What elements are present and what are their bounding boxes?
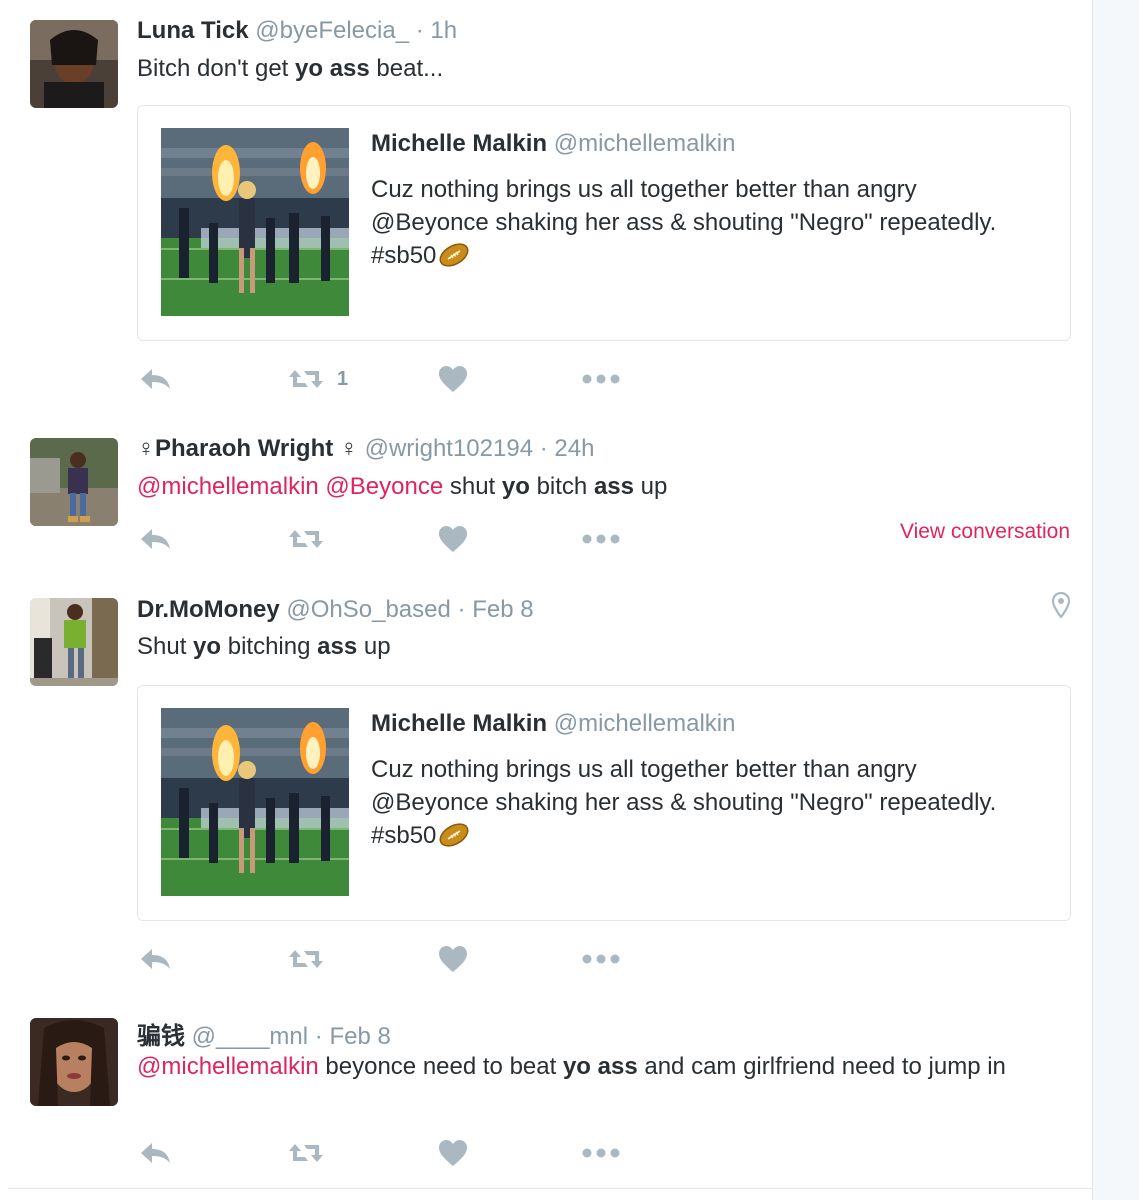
like-button[interactable]	[438, 524, 468, 554]
more-button[interactable]	[582, 364, 620, 394]
author-name[interactable]: Luna Tick	[137, 17, 249, 44]
tweet-timeline: Luna Tick @byeFelecia_ · 1h Bitch don't …	[0, 0, 1093, 1200]
tweet-header: Dr.MoMoney @OhSo_based · Feb 8	[137, 596, 534, 624]
like-button[interactable]	[438, 364, 468, 394]
retweet-button[interactable]	[287, 944, 325, 974]
more-dots-icon	[582, 954, 620, 964]
separator: ·	[314, 1023, 323, 1050]
tweet-actions: 1	[137, 364, 697, 394]
quoted-author-handle: @michellemalkin	[553, 710, 736, 737]
tweet-header: Luna Tick @byeFelecia_ · 1h	[137, 17, 457, 45]
tweet-time[interactable]: Feb 8	[472, 596, 533, 623]
author-name[interactable]: Dr.MoMoney	[137, 596, 280, 623]
author-handle[interactable]: @____mnl	[192, 1023, 308, 1050]
tweet-item[interactable]: Dr.MoMoney @OhSo_based · Feb 8 Shut yo b…	[8, 576, 1092, 997]
like-button[interactable]	[438, 1138, 468, 1168]
tweet-time[interactable]: 24h	[554, 435, 594, 462]
more-button[interactable]	[582, 524, 620, 554]
separator: ·	[539, 435, 548, 462]
location-pin-icon[interactable]	[1052, 592, 1070, 618]
heart-icon	[438, 1139, 468, 1167]
quoted-tweet[interactable]: Michelle Malkin @michellemalkin Cuz noth…	[137, 105, 1071, 341]
avatar[interactable]	[30, 438, 118, 526]
quoted-author-handle: @michellemalkin	[553, 130, 736, 157]
quoted-tweet[interactable]: Michelle Malkin @michellemalkin Cuz noth…	[137, 685, 1071, 921]
football-emoji	[438, 823, 470, 847]
retweet-count: 1	[337, 367, 349, 390]
more-dots-icon	[582, 534, 620, 544]
retweet-button[interactable]: 1	[287, 364, 348, 394]
tweet-text: @michellemalkin @Beyonce shut yo bitch a…	[137, 473, 668, 500]
retweet-icon	[287, 527, 325, 551]
tweet-actions	[137, 944, 697, 974]
tweet-header: ♀Pharaoh Wright ♀ @wright102194 · 24h	[137, 435, 594, 463]
retweet-button[interactable]	[287, 524, 325, 554]
reply-button[interactable]	[139, 364, 173, 394]
author-handle[interactable]: @OhSo_based	[286, 596, 450, 623]
reply-button[interactable]	[139, 524, 173, 554]
heart-icon	[438, 365, 468, 393]
author-handle[interactable]: @byeFelecia_	[255, 17, 409, 44]
view-conversation-link[interactable]: View conversation	[900, 520, 1070, 544]
more-button[interactable]	[582, 1138, 620, 1168]
tweet-text: Bitch don't get yo ass beat...	[137, 55, 444, 82]
more-button[interactable]	[582, 944, 620, 974]
avatar[interactable]	[30, 598, 118, 686]
tweet-item[interactable]: 骗钱 @____mnl · Feb 8 @michellemalkin beyo…	[8, 996, 1092, 1189]
tweet-item[interactable]: ♀Pharaoh Wright ♀ @wright102194 · 24h @m…	[8, 416, 1092, 577]
tweet-header: 骗钱 @____mnl · Feb 8	[137, 1016, 391, 1051]
quoted-tweet-header: Michelle Malkin @michellemalkin	[371, 130, 735, 158]
heart-icon	[438, 525, 468, 553]
more-dots-icon	[582, 374, 620, 384]
separator: ·	[457, 596, 466, 623]
like-button[interactable]	[438, 944, 468, 974]
reply-icon	[139, 947, 173, 971]
retweet-button[interactable]	[287, 1138, 325, 1168]
author-name[interactable]: 骗钱	[137, 1023, 185, 1050]
mention-link[interactable]: @Beyonce	[325, 473, 443, 500]
tweet-time[interactable]: Feb 8	[329, 1023, 390, 1050]
reply-icon	[139, 1141, 173, 1165]
quoted-tweet-text: Cuz nothing brings us all together bette…	[371, 176, 997, 269]
reply-icon	[139, 527, 173, 551]
retweet-icon	[287, 1141, 325, 1165]
author-handle[interactable]: @wright102194	[365, 435, 533, 462]
quoted-tweet-text: Cuz nothing brings us all together bette…	[371, 756, 997, 849]
quoted-author-name: Michelle Malkin	[371, 130, 548, 157]
mention-link[interactable]: @michellemalkin	[137, 1053, 319, 1080]
reply-button[interactable]	[139, 1138, 173, 1168]
tweet-text: Shut yo bitching ass up	[137, 633, 391, 660]
retweet-icon	[287, 947, 325, 971]
quoted-tweet-image[interactable]	[161, 128, 349, 316]
author-name[interactable]: ♀Pharaoh Wright ♀	[137, 435, 358, 462]
reply-button[interactable]	[139, 944, 173, 974]
quoted-tweet-header: Michelle Malkin @michellemalkin	[371, 710, 735, 738]
quoted-author-name: Michelle Malkin	[371, 710, 548, 737]
tweet-text: @michellemalkin beyonce need to beat yo …	[137, 1053, 1006, 1080]
separator: ·	[415, 17, 424, 44]
avatar[interactable]	[30, 1018, 118, 1106]
quoted-tweet-image[interactable]	[161, 708, 349, 896]
football-emoji	[438, 243, 470, 267]
tweet-time[interactable]: 1h	[430, 17, 457, 44]
reply-icon	[139, 367, 173, 391]
avatar[interactable]	[30, 20, 118, 108]
mention-link[interactable]: @michellemalkin	[137, 473, 319, 500]
more-dots-icon	[582, 1148, 620, 1158]
tweet-item[interactable]: Luna Tick @byeFelecia_ · 1h Bitch don't …	[8, 0, 1092, 417]
heart-icon	[438, 945, 468, 973]
retweet-icon	[287, 367, 325, 391]
tweet-actions	[137, 524, 697, 554]
tweet-actions	[137, 1138, 697, 1168]
